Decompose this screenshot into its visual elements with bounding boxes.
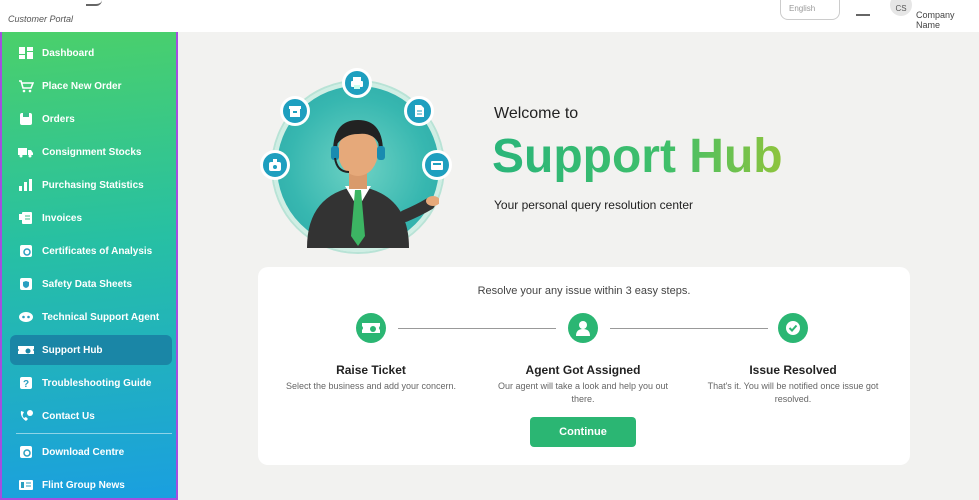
- sidebar-item-contact-us[interactable]: Contact Us: [10, 401, 172, 431]
- sidebar-item-safety-data-sheets[interactable]: Safety Data Sheets: [10, 269, 172, 299]
- sidebar-item-label: Consignment Stocks: [42, 146, 142, 158]
- sidebar: Dashboard Place New Order Orders Consign…: [0, 32, 178, 500]
- ticket-icon: [18, 343, 34, 357]
- sidebar-item-label: Dashboard: [42, 47, 95, 59]
- dashboard-icon: [18, 46, 34, 60]
- sidebar-item-label: Contact Us: [42, 410, 95, 422]
- sidebar-item-support-hub[interactable]: Support Hub: [10, 335, 172, 365]
- top-header: Customer Portal English CS Company Name: [0, 0, 979, 32]
- portal-label: Customer Portal: [8, 14, 74, 24]
- sidebar-item-label: Support Hub: [42, 344, 103, 356]
- support-agent-icon: [18, 310, 34, 324]
- language-select[interactable]: English: [780, 0, 840, 20]
- step-description: That's it. You will be notified once iss…: [707, 381, 879, 404]
- page-subtitle: Your personal query resolution center: [494, 198, 694, 212]
- step-connector: [610, 328, 768, 329]
- agent-icon: [568, 313, 598, 343]
- archive-icon: [280, 96, 310, 126]
- truck-icon: [18, 145, 34, 159]
- cart-icon: [18, 79, 34, 93]
- sidebar-item-label: Troubleshooting Guide: [42, 377, 152, 389]
- step-title: Agent Got Assigned: [525, 363, 641, 377]
- weighing-scale-icon: [260, 150, 290, 180]
- svg-text:?: ?: [23, 379, 29, 390]
- sidebar-divider: [16, 433, 172, 434]
- document-icon: [404, 96, 434, 126]
- avatar[interactable]: CS: [890, 0, 912, 16]
- certificate-icon: [18, 244, 34, 258]
- news-icon: [18, 478, 34, 492]
- sidebar-item-consignment-stocks[interactable]: Consignment Stocks: [10, 137, 172, 167]
- page-title: Support Hub: [492, 127, 783, 187]
- sidebar-item-dashboard[interactable]: Dashboard: [10, 38, 172, 68]
- download-icon: [18, 445, 34, 459]
- bar-chart-icon: [18, 178, 34, 192]
- sidebar-item-label: Place New Order: [42, 80, 122, 92]
- sidebar-item-troubleshooting-guide[interactable]: ? Troubleshooting Guide: [10, 368, 172, 398]
- step-title: Issue Resolved: [749, 363, 837, 377]
- sidebar-item-flint-group-news[interactable]: Flint Group News: [10, 470, 172, 500]
- step-description: Our agent will take a look and help you …: [497, 381, 669, 404]
- company-name[interactable]: Company Name: [916, 10, 979, 30]
- sidebar-item-invoices[interactable]: Invoices: [10, 203, 172, 233]
- sidebar-item-label: Invoices: [42, 212, 83, 224]
- step-connector: [398, 328, 556, 329]
- notification-icon[interactable]: [856, 4, 870, 16]
- fax-machine-icon: [422, 150, 452, 180]
- invoice-icon: [18, 211, 34, 225]
- shield-icon: [18, 277, 34, 291]
- main-content: Welcome to Support Hub Your personal que…: [178, 32, 979, 500]
- logo-icon: [86, 0, 102, 6]
- sidebar-item-label: Flint Group News: [42, 479, 125, 491]
- sidebar-item-technical-support-agent[interactable]: Technical Support Agent: [10, 302, 172, 332]
- step-description: Select the business and add your concern…: [285, 381, 457, 391]
- orders-icon: [18, 112, 34, 126]
- sidebar-item-certificates-of-analysis[interactable]: Certificates of Analysis: [10, 236, 172, 266]
- phone-icon: [18, 409, 34, 423]
- sidebar-item-label: Certificates of Analysis: [42, 245, 153, 257]
- sidebar-item-label: Safety Data Sheets: [42, 278, 133, 290]
- steps-card: Resolve your any issue within 3 easy ste…: [258, 267, 910, 465]
- sidebar-item-purchasing-statistics[interactable]: Purchasing Statistics: [10, 170, 172, 200]
- sidebar-item-label: Purchasing Statistics: [42, 179, 144, 191]
- check-icon: [778, 313, 808, 343]
- sidebar-item-label: Download Centre: [42, 446, 125, 458]
- sidebar-item-place-new-order[interactable]: Place New Order: [10, 71, 172, 101]
- printer-icon: [342, 68, 372, 98]
- ticket-icon: [356, 313, 386, 343]
- welcome-text: Welcome to: [494, 105, 579, 122]
- sidebar-item-orders[interactable]: Orders: [10, 104, 172, 134]
- step-title: Raise Ticket: [336, 363, 406, 377]
- question-icon: ?: [18, 376, 34, 390]
- sidebar-item-label: Orders: [42, 113, 75, 125]
- steps-card-title: Resolve your any issue within 3 easy ste…: [477, 285, 691, 297]
- sidebar-item-label: Technical Support Agent: [42, 311, 160, 323]
- continue-button[interactable]: Continue: [530, 417, 636, 447]
- sidebar-item-download-centre[interactable]: Download Centre: [10, 437, 172, 467]
